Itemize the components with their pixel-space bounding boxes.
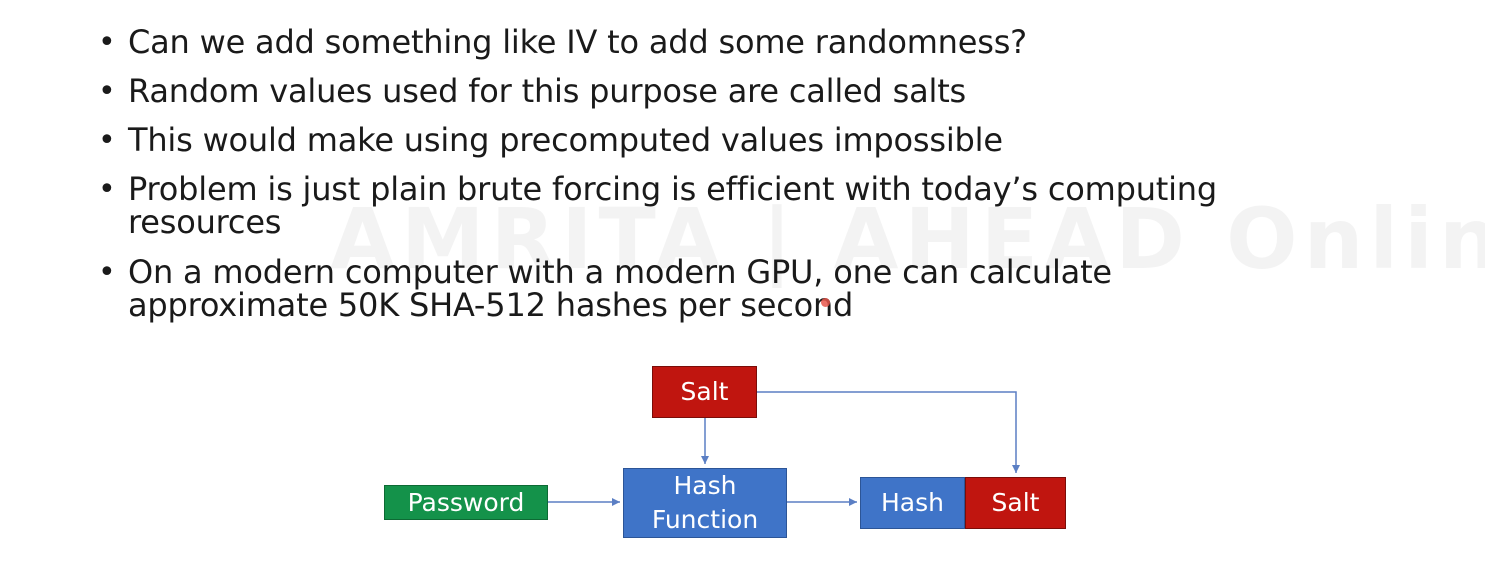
salt-input-box: Salt: [652, 366, 757, 418]
password-label: Password: [407, 487, 525, 517]
arrow-salt-to-output-salt: [757, 391, 1020, 473]
salt-input-label: Salt: [680, 377, 729, 406]
output-salt-box: Salt: [965, 477, 1066, 529]
output-hash-label: Hash: [881, 488, 944, 517]
output-salt-label: Salt: [991, 488, 1040, 517]
hash-function-box: Hash Function: [623, 468, 787, 538]
password-box: Password: [384, 485, 548, 520]
output-hash-box: Hash: [860, 477, 965, 529]
slide: AMRITA | AHEAD Online • Can we add somet…: [0, 0, 1485, 567]
hash-function-label: Hash Function: [651, 471, 759, 534]
